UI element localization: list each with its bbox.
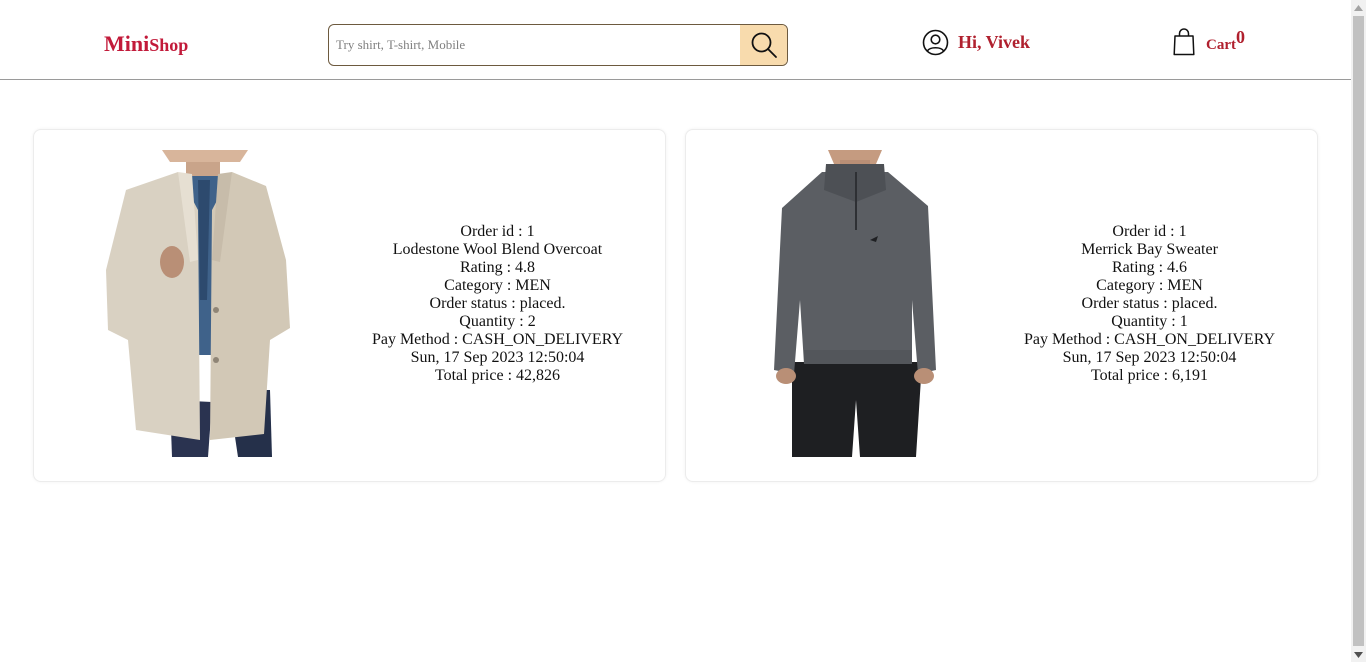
order-date: Sun, 17 Sep 2023 12:50:04 [410,349,585,366]
shopping-bag-icon [1173,28,1195,56]
scroll-down-arrow[interactable] [1351,647,1366,662]
order-details: Order id : 1 Merrick Bay Sweater Rating … [1016,223,1283,385]
cart-link[interactable]: Cart 0 [1173,27,1245,56]
triangle-up-icon [1354,4,1363,11]
product-category: Category : MEN [1096,277,1203,294]
logo-mini-text: Mini [104,31,150,56]
order-id: Order id : 1 [460,223,535,240]
product-category: Category : MEN [444,277,551,294]
total-price: Total price : 6,191 [1090,367,1209,384]
search-bar [328,24,788,66]
product-rating: Rating : 4.6 [1111,259,1188,276]
user-account[interactable]: Hi, Vivek [922,29,1030,56]
product-name: Lodestone Wool Blend Overcoat [392,241,603,258]
order-status: Order status : placed. [429,295,566,312]
search-icon [751,32,777,58]
order-quantity: Quantity : 1 [1111,313,1188,330]
vertical-scrollbar[interactable] [1351,0,1366,662]
order-card: Order id : 1 Lodestone Wool Blend Overco… [33,129,666,482]
cart-label: Cart [1206,37,1236,53]
order-date: Sun, 17 Sep 2023 12:50:04 [1062,349,1237,366]
scroll-thumb[interactable] [1353,16,1364,646]
site-logo[interactable]: MiniShop [104,31,188,60]
product-rating: Rating : 4.8 [459,259,536,276]
order-details: Order id : 1 Lodestone Wool Blend Overco… [364,223,631,385]
user-circle-icon [922,29,949,56]
logo-shop-text: Shop [149,35,189,55]
triangle-down-icon [1354,651,1363,658]
coat-product-photo [100,150,300,457]
order-id: Order id : 1 [1112,223,1187,240]
total-price: Total price : 42,826 [434,367,561,384]
sweater-product-photo [752,150,952,457]
order-card: Order id : 1 Merrick Bay Sweater Rating … [685,129,1318,482]
top-navbar: MiniShop Hi, Vivek Ca [0,0,1351,80]
search-input[interactable] [329,25,741,65]
scroll-up-arrow[interactable] [1351,0,1366,15]
user-greeting: Hi, Vivek [958,32,1031,52]
pay-method: Pay Method : CASH_ON_DELIVERY [371,331,624,348]
order-status: Order status : placed. [1081,295,1218,312]
order-quantity: Quantity : 2 [459,313,536,330]
product-name: Merrick Bay Sweater [1081,241,1218,258]
search-button[interactable] [740,25,787,65]
pay-method: Pay Method : CASH_ON_DELIVERY [1023,331,1276,348]
page: MiniShop Hi, Vivek Ca [0,0,1351,662]
cart-count-badge: 0 [1236,27,1245,47]
